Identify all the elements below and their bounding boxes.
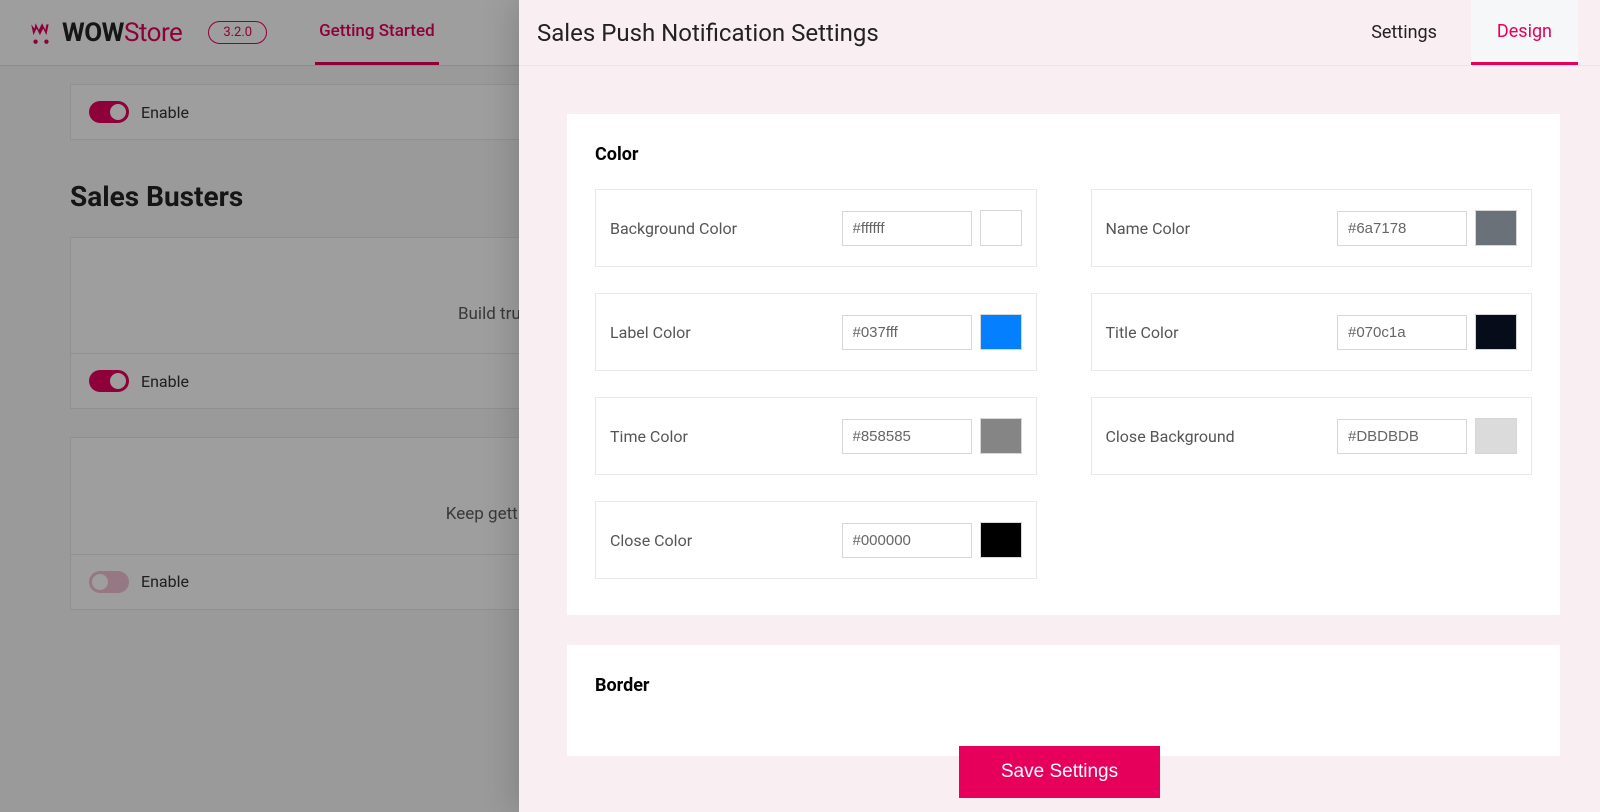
border-section: Border (567, 645, 1560, 756)
color-row: Close Color (595, 501, 1037, 579)
settings-panel: Sales Push Notification Settings Setting… (519, 0, 1600, 812)
color-input[interactable] (1337, 419, 1467, 454)
color-swatch[interactable] (1475, 418, 1517, 454)
color-row: Name Color (1091, 189, 1533, 267)
color-label: Background Color (610, 219, 832, 238)
color-swatch[interactable] (980, 210, 1022, 246)
color-swatch[interactable] (980, 522, 1022, 558)
color-swatch[interactable] (1475, 210, 1517, 246)
color-row: Label Color (595, 293, 1037, 371)
color-row: Close Background (1091, 397, 1533, 475)
color-label: Title Color (1106, 323, 1328, 342)
save-button[interactable]: Save Settings (959, 746, 1160, 798)
color-label: Label Color (610, 323, 832, 342)
color-swatch[interactable] (980, 418, 1022, 454)
panel-footer: Save Settings (519, 746, 1600, 798)
color-input[interactable] (842, 419, 972, 454)
color-row: Time Color (595, 397, 1037, 475)
color-input[interactable] (1337, 315, 1467, 350)
section-heading: Color (595, 144, 1532, 165)
color-input[interactable] (842, 211, 972, 246)
color-row: Title Color (1091, 293, 1533, 371)
panel-header: Sales Push Notification Settings Setting… (519, 0, 1600, 66)
color-row: Background Color (595, 189, 1037, 267)
panel-tabs: Settings Design (1345, 0, 1578, 65)
color-label: Time Color (610, 427, 832, 446)
color-swatch[interactable] (980, 314, 1022, 350)
color-swatch[interactable] (1475, 314, 1517, 350)
section-heading: Border (595, 675, 1532, 696)
panel-body[interactable]: Color Background Color Name Color Label … (519, 66, 1600, 812)
color-section: Color Background Color Name Color Label … (567, 114, 1560, 615)
color-input[interactable] (842, 315, 972, 350)
color-input[interactable] (842, 523, 972, 558)
color-label: Close Background (1106, 427, 1328, 446)
panel-title: Sales Push Notification Settings (537, 19, 879, 47)
color-label: Name Color (1106, 219, 1328, 238)
tab-design[interactable]: Design (1471, 0, 1578, 65)
tab-settings[interactable]: Settings (1345, 0, 1463, 65)
color-label: Close Color (610, 531, 832, 550)
color-input[interactable] (1337, 211, 1467, 246)
